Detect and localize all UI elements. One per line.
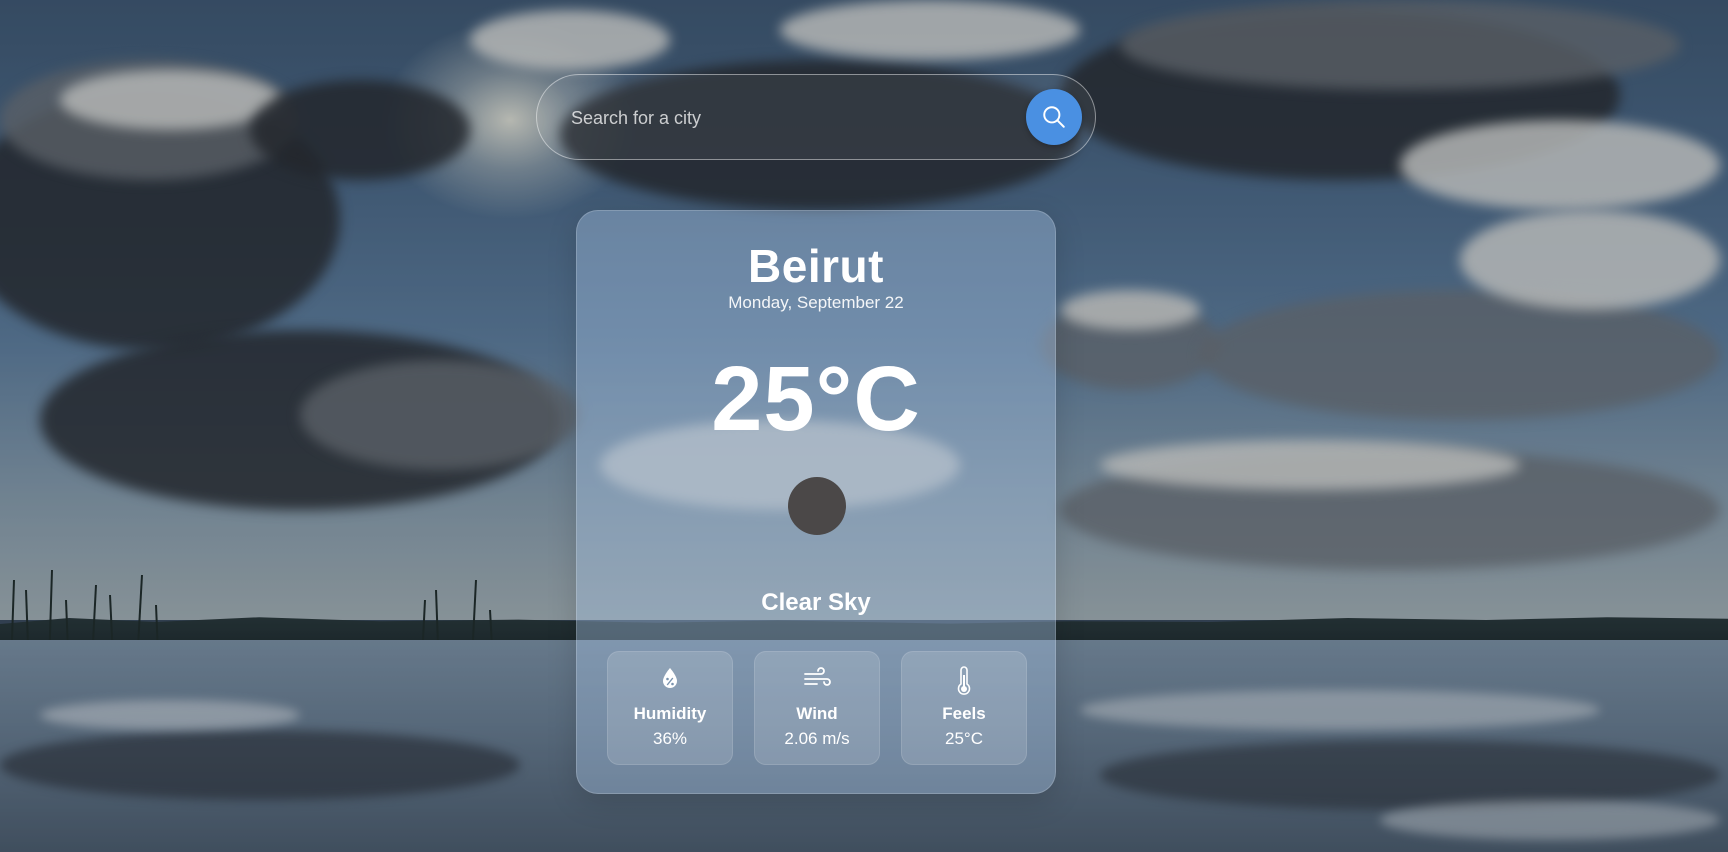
stat-value: 36% <box>652 729 688 748</box>
stat-value: 2.06 m/s <box>784 729 850 748</box>
temperature: 25°C <box>711 348 921 450</box>
weather-stats: Humidity 36% Wind 2.06 m/s Feels 25°C <box>607 651 1027 767</box>
city-name: Beirut <box>748 240 884 292</box>
stat-label: Humidity <box>633 704 707 723</box>
stat-label: Feels <box>942 704 986 723</box>
weather-condition-icon <box>788 477 846 535</box>
date-label: Monday, September 22 <box>728 293 904 312</box>
wind-icon <box>804 667 831 686</box>
search-icon <box>1043 106 1065 128</box>
stat-feels: Feels 25°C <box>901 651 1027 765</box>
stat-label: Wind <box>796 704 838 723</box>
stat-humidity: Humidity 36% <box>607 651 733 765</box>
stat-wind: Wind 2.06 m/s <box>754 651 880 765</box>
thermometer-icon <box>957 666 971 695</box>
search-bar <box>536 74 1096 160</box>
weather-card: Beirut Monday, September 22 25°C Clear S… <box>576 210 1056 794</box>
stat-value: 25°C <box>945 729 983 748</box>
search-input[interactable] <box>571 99 991 137</box>
search-button[interactable] <box>1026 89 1082 145</box>
weather-description: Clear Sky <box>761 589 871 616</box>
humidity-icon <box>663 668 677 688</box>
